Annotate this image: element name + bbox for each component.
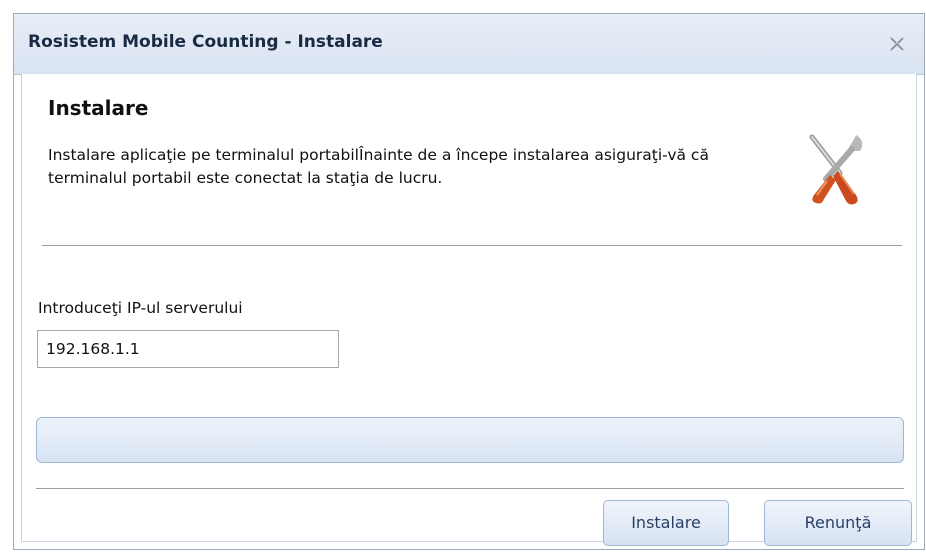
title-bar: Rosistem Mobile Counting - Instalare <box>14 14 924 75</box>
close-button[interactable] <box>884 32 910 56</box>
dialog-content: Instalare Instalare aplicaţie pe termina… <box>21 74 917 546</box>
tools-icon <box>809 134 863 205</box>
install-button[interactable]: Instalare <box>603 500 729 546</box>
progress-bar <box>36 417 904 463</box>
window-title: Rosistem Mobile Counting - Instalare <box>28 32 383 52</box>
page-description: Instalare aplicaţie pe terminalul portab… <box>48 146 709 187</box>
cancel-button[interactable]: Renunţă <box>764 500 912 546</box>
ip-input[interactable] <box>37 330 339 368</box>
close-icon <box>890 37 904 51</box>
page-title: Instalare <box>48 96 149 120</box>
header-separator <box>42 245 902 246</box>
ip-label: Introduceţi IP-ul serverului <box>38 299 243 317</box>
installer-dialog: Rosistem Mobile Counting - Instalare Ins… <box>13 13 925 550</box>
footer-separator <box>36 488 904 489</box>
